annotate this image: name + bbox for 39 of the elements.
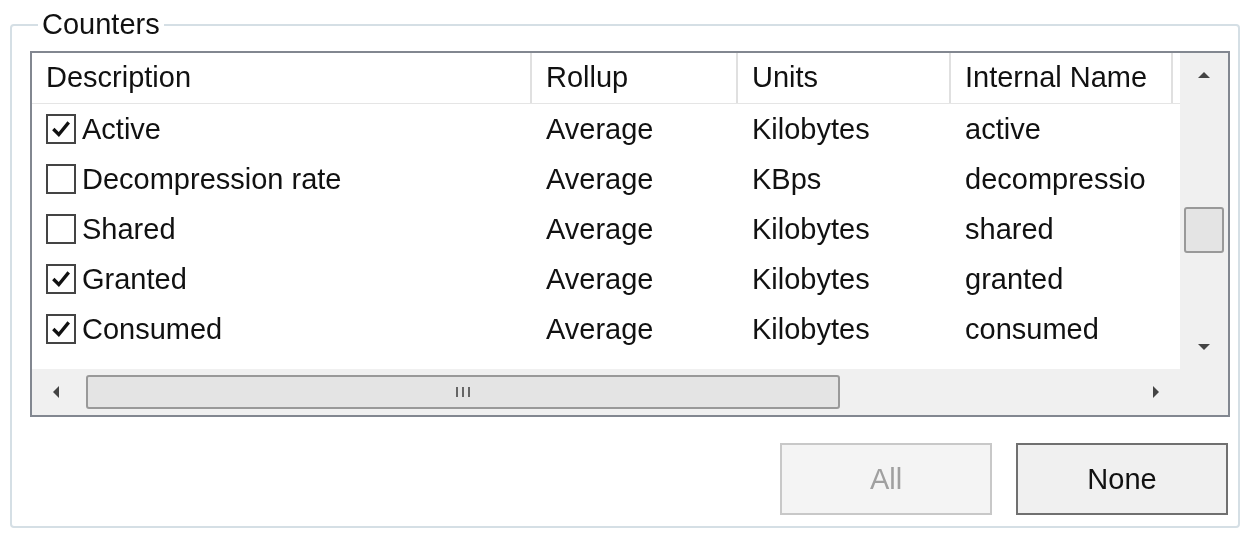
table-cell: Kilobytes [752, 312, 870, 346]
vertical-scrollbar[interactable] [1180, 53, 1228, 369]
column-header[interactable]: Description [32, 53, 532, 103]
check-icon [50, 318, 72, 340]
group-title: Counters [41, 8, 161, 41]
table-cell: active [965, 112, 1041, 146]
table-cell: Shared [82, 212, 176, 246]
table-cell: Consumed [82, 312, 223, 346]
checkbox[interactable] [46, 164, 76, 194]
column-header[interactable]: Internal Name [951, 53, 1173, 103]
table-cell: Average [546, 162, 654, 196]
checkbox[interactable] [46, 314, 76, 344]
checkbox[interactable] [46, 114, 76, 144]
grip-icon [453, 386, 473, 398]
table-cell: Average [546, 262, 654, 296]
table-cell: Average [546, 112, 654, 146]
column-header[interactable]: Units [738, 53, 951, 103]
table-cell: Active [82, 112, 161, 146]
table-cell: decompressio [965, 162, 1146, 196]
table-cell: KBps [752, 162, 822, 196]
table-cell: shared [965, 212, 1054, 246]
scroll-thumb[interactable] [86, 375, 840, 409]
table-cell: Average [546, 312, 654, 346]
checkbox[interactable] [46, 214, 76, 244]
horizontal-scrollbar[interactable] [32, 369, 1180, 415]
check-icon [50, 118, 72, 140]
dialog-button[interactable]: None [1016, 443, 1228, 515]
check-icon [50, 268, 72, 290]
scroll-thumb[interactable] [1184, 207, 1224, 253]
table-cell: Granted [82, 262, 187, 296]
table-cell: consumed [965, 312, 1099, 346]
table-cell: Kilobytes [752, 112, 870, 146]
table-cell: Decompression rate [82, 162, 342, 196]
table-cell: Kilobytes [752, 212, 870, 246]
table-cell: Kilobytes [752, 262, 870, 296]
checkbox[interactable] [46, 264, 76, 294]
table-cell: granted [965, 262, 1064, 296]
column-header[interactable]: Rollup [532, 53, 738, 103]
table-cell: Average [546, 212, 654, 246]
